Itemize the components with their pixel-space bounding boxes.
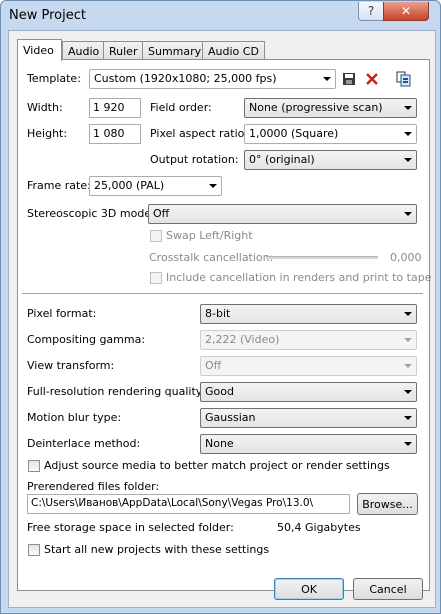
pixel-aspect-label: Pixel aspect ratio: bbox=[150, 127, 249, 140]
render-quality-select[interactable]: Good bbox=[200, 382, 417, 402]
compositing-gamma-value: 2,222 (Video) bbox=[205, 333, 280, 346]
dialog-client-area: Video Audio Ruler Summary Audio CD Templ… bbox=[8, 30, 436, 608]
tab-label: Audio CD bbox=[208, 44, 259, 58]
view-transform-label: View transform: bbox=[27, 359, 115, 372]
height-input[interactable]: 1 080 bbox=[89, 124, 141, 144]
chevron-down-icon bbox=[404, 364, 412, 368]
chevron-down-icon bbox=[404, 416, 412, 420]
chevron-down-icon bbox=[404, 158, 412, 162]
field-order-select[interactable]: None (progressive scan) bbox=[244, 98, 417, 118]
output-rotation-select[interactable]: 0° (original) bbox=[244, 150, 417, 170]
cancel-label: Cancel bbox=[369, 582, 407, 596]
chevron-down-icon bbox=[404, 212, 412, 216]
render-quality-value: Good bbox=[205, 385, 234, 398]
chevron-down-icon bbox=[404, 132, 412, 136]
include-cancellation-checkbox[interactable] bbox=[150, 272, 162, 284]
tab-audio-cd[interactable]: Audio CD bbox=[202, 41, 265, 60]
swap-left-right-label: Swap Left/Right bbox=[166, 229, 253, 242]
chevron-down-icon bbox=[323, 77, 331, 81]
window-title: New Project bbox=[9, 8, 86, 23]
motion-blur-label: Motion blur type: bbox=[27, 411, 122, 424]
frame-rate-value: 25,000 (PAL) bbox=[94, 179, 165, 192]
template-value: Custom (1920x1080; 25,000 fps) bbox=[94, 72, 277, 85]
template-label: Template: bbox=[27, 72, 81, 85]
chevron-down-icon bbox=[404, 442, 412, 446]
adjust-source-media-checkbox[interactable] bbox=[28, 460, 40, 472]
tab-ruler[interactable]: Ruler bbox=[103, 41, 143, 60]
chevron-down-icon bbox=[404, 312, 412, 316]
render-quality-label: Full-resolution rendering quality: bbox=[27, 385, 206, 398]
chevron-down-icon bbox=[404, 106, 412, 110]
frame-rate-select[interactable]: 25,000 (PAL) bbox=[89, 176, 222, 196]
pixel-aspect-value: 1,0000 (Square) bbox=[249, 127, 339, 140]
tab-label: Audio bbox=[68, 44, 100, 58]
width-label: Width: bbox=[27, 101, 63, 114]
field-order-label: Field order: bbox=[150, 101, 212, 114]
include-cancellation-label: Include cancellation in renders and prin… bbox=[166, 271, 432, 284]
free-storage-label: Free storage space in selected folder: bbox=[27, 521, 234, 534]
field-order-value: None (progressive scan) bbox=[249, 101, 383, 114]
start-all-projects-label: Start all new projects with these settin… bbox=[44, 543, 270, 556]
browse-button[interactable]: Browse... bbox=[357, 493, 418, 515]
pixel-format-value: 8-bit bbox=[205, 307, 231, 320]
deinterlace-label: Deinterlace method: bbox=[27, 437, 141, 450]
view-transform-value: Off bbox=[205, 359, 222, 372]
width-input[interactable]: 1 920 bbox=[89, 98, 141, 118]
close-icon: ✕ bbox=[400, 4, 412, 18]
chevron-down-icon bbox=[209, 184, 217, 188]
tab-label: Summary bbox=[148, 44, 202, 58]
save-template-button[interactable] bbox=[340, 70, 358, 88]
ok-button[interactable]: OK bbox=[274, 578, 344, 600]
title-bar[interactable]: New Project ? ✕ bbox=[1, 1, 440, 29]
delete-icon bbox=[366, 73, 378, 85]
tab-video[interactable]: Video bbox=[17, 39, 62, 61]
pixel-format-select[interactable]: 8-bit bbox=[200, 304, 417, 324]
view-transform-select[interactable]: Off bbox=[200, 356, 417, 376]
browse-label: Browse... bbox=[362, 497, 413, 511]
adjust-source-media-label: Adjust source media to better match proj… bbox=[44, 459, 390, 472]
frame-rate-label: Frame rate: bbox=[27, 179, 91, 192]
deinterlace-select[interactable]: None bbox=[200, 434, 417, 454]
motion-blur-select[interactable]: Gaussian bbox=[200, 408, 417, 428]
crosstalk-label: Crosstalk cancellation: bbox=[149, 251, 274, 264]
start-all-projects-checkbox[interactable] bbox=[28, 544, 40, 556]
compositing-gamma-select[interactable]: 2,222 (Video) bbox=[200, 330, 417, 350]
ok-label: OK bbox=[301, 582, 317, 596]
output-rotation-label: Output rotation: bbox=[150, 153, 239, 166]
delete-template-button[interactable] bbox=[363, 70, 381, 88]
tab-summary[interactable]: Summary bbox=[142, 41, 203, 60]
height-label: Height: bbox=[27, 127, 68, 140]
save-icon bbox=[343, 73, 355, 85]
deinterlace-value: None bbox=[205, 437, 234, 450]
stereo-mode-label: Stereoscopic 3D mode: bbox=[27, 207, 155, 220]
pixel-format-label: Pixel format: bbox=[27, 307, 97, 320]
swap-left-right-checkbox[interactable] bbox=[150, 230, 162, 242]
cancel-button[interactable]: Cancel bbox=[353, 578, 423, 600]
prerendered-folder-label: Prerendered files folder: bbox=[27, 480, 160, 493]
tab-audio[interactable]: Audio bbox=[62, 41, 104, 60]
compositing-gamma-label: Compositing gamma: bbox=[27, 333, 146, 346]
help-button[interactable]: ? bbox=[358, 2, 384, 21]
crosstalk-value: 0,000 bbox=[390, 251, 422, 264]
video-tab-panel: Template: Custom (1920x1080; 25,000 fps)… bbox=[17, 59, 432, 591]
pixel-aspect-select[interactable]: 1,0000 (Square) bbox=[244, 124, 417, 144]
new-project-dialog: New Project ? ✕ Video Audio Ruler Summar… bbox=[0, 0, 441, 614]
tab-label: Ruler bbox=[109, 44, 138, 58]
match-media-icon bbox=[396, 71, 411, 87]
section-divider bbox=[22, 293, 423, 295]
crosstalk-slider[interactable] bbox=[266, 256, 378, 259]
chevron-down-icon bbox=[404, 338, 412, 342]
stereo-mode-select[interactable]: Off bbox=[148, 204, 417, 224]
motion-blur-value: Gaussian bbox=[205, 411, 256, 424]
chevron-down-icon bbox=[404, 390, 412, 394]
template-select[interactable]: Custom (1920x1080; 25,000 fps) bbox=[89, 69, 336, 89]
help-icon: ? bbox=[367, 4, 375, 18]
stereo-mode-value: Off bbox=[153, 207, 170, 220]
close-button[interactable]: ✕ bbox=[383, 2, 429, 21]
free-storage-value: 50,4 Gigabytes bbox=[277, 521, 361, 534]
output-rotation-value: 0° (original) bbox=[249, 153, 315, 166]
tab-label: Video bbox=[23, 44, 54, 57]
prerendered-folder-input[interactable]: C:\Users\Иванов\AppData\Local\Sony\Vegas… bbox=[27, 494, 350, 514]
match-media-settings-button[interactable] bbox=[395, 70, 413, 88]
